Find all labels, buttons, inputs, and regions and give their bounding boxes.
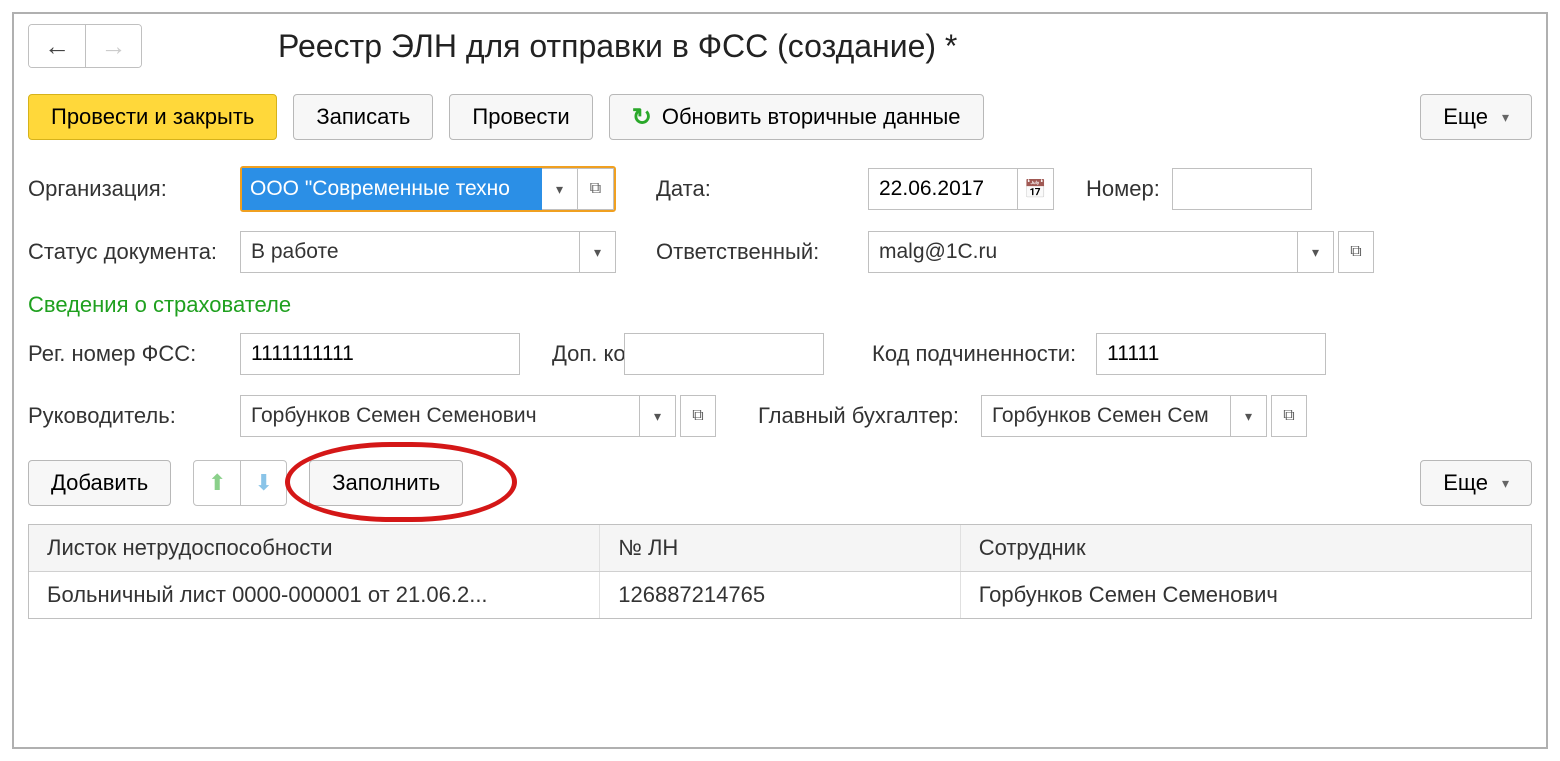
head-label: Руководитель:	[28, 403, 228, 429]
fill-label: Заполнить	[332, 470, 440, 496]
refresh-icon: ↻	[632, 103, 652, 132]
more-label: Еще	[1443, 104, 1488, 130]
form-row-org-date: Организация: ООО "Современные техно ▾ ⧉ …	[28, 166, 1532, 212]
chevron-down-icon: ▾	[1312, 244, 1319, 261]
head-dropdown-button[interactable]: ▾	[640, 395, 676, 437]
acct-label: Главный бухгалтер:	[758, 403, 959, 429]
arrow-right-icon: →	[101, 31, 127, 62]
cell-doc: Больничный лист 0000-000001 от 21.06.2..…	[29, 572, 600, 619]
date-input-group	[868, 168, 1054, 210]
status-input[interactable]: В работе	[240, 231, 580, 273]
date-calendar-button[interactable]	[1018, 168, 1054, 210]
reg-label: Рег. номер ФСС:	[28, 341, 228, 367]
acct-dropdown-button[interactable]: ▾	[1231, 395, 1267, 437]
move-down-button[interactable]: ⬇	[240, 461, 286, 505]
post-label: Провести	[472, 104, 569, 130]
forward-button[interactable]: →	[85, 25, 141, 67]
chevron-down-icon: ▾	[594, 244, 601, 261]
col-num[interactable]: № ЛН	[600, 525, 960, 572]
cell-emp: Горбунков Семен Семенович	[960, 572, 1531, 619]
add-label: Добавить	[51, 470, 148, 496]
org-input[interactable]: ООО "Современные техно	[242, 168, 542, 210]
acct-open-button[interactable]: ⧉	[1271, 395, 1307, 437]
subcode-input[interactable]	[1096, 333, 1326, 375]
post-and-close-label: Провести и закрыть	[51, 104, 254, 130]
insurer-section-header: Сведения о страхователе	[28, 292, 1532, 318]
org-open-button[interactable]: ⧉	[578, 168, 614, 210]
post-button[interactable]: Провести	[449, 94, 592, 140]
table-row[interactable]: Больничный лист 0000-000001 от 21.06.2..…	[29, 572, 1531, 619]
ext-input[interactable]	[624, 333, 824, 375]
fill-button[interactable]: Заполнить	[309, 460, 463, 506]
head-input[interactable]: Горбунков Семен Семенович	[240, 395, 640, 437]
date-input[interactable]	[868, 168, 1018, 210]
head-open-button[interactable]: ⧉	[680, 395, 716, 437]
sick-leave-table: Листок нетрудоспособности № ЛН Сотрудник…	[28, 524, 1532, 619]
chevron-down-icon: ▾	[1502, 109, 1509, 126]
chevron-down-icon: ▾	[1245, 408, 1252, 425]
ext-label: Доп. код:	[552, 342, 612, 366]
col-emp[interactable]: Сотрудник	[960, 525, 1531, 572]
save-button[interactable]: Записать	[293, 94, 433, 140]
date-label: Дата:	[656, 176, 716, 202]
org-label: Организация:	[28, 176, 228, 202]
calendar-icon	[1024, 179, 1046, 200]
main-toolbar: Провести и закрыть Записать Провести ↻ О…	[28, 94, 1532, 140]
open-icon: ⧉	[1350, 243, 1361, 261]
save-label: Записать	[316, 104, 410, 130]
open-icon: ⧉	[590, 180, 601, 198]
head-input-group: Горбунков Семен Семенович ▾ ⧉	[240, 395, 716, 437]
open-icon: ⧉	[1283, 407, 1294, 425]
chevron-down-icon: ▾	[1502, 475, 1509, 492]
table-more-button[interactable]: Еще ▾	[1420, 460, 1532, 506]
acct-input[interactable]: Горбунков Семен Сем	[981, 395, 1231, 437]
responsible-input-group: malg@1C.ru ▾ ⧉	[868, 231, 1374, 273]
status-label: Статус документа:	[28, 239, 228, 265]
number-label: Номер:	[1086, 176, 1160, 202]
refresh-secondary-button[interactable]: ↻ Обновить вторичные данные	[609, 94, 984, 140]
add-button[interactable]: Добавить	[28, 460, 171, 506]
back-button[interactable]: ←	[29, 25, 85, 67]
chevron-down-icon: ▾	[556, 181, 563, 198]
responsible-dropdown-button[interactable]: ▾	[1298, 231, 1334, 273]
acct-input-group: Горбунков Семен Сем ▾ ⧉	[981, 395, 1307, 437]
refresh-label: Обновить вторичные данные	[662, 104, 961, 130]
col-doc[interactable]: Листок нетрудоспособности	[29, 525, 600, 572]
open-icon: ⧉	[692, 407, 703, 425]
subcode-label: Код подчиненности:	[872, 341, 1076, 367]
arrow-down-icon: ⬇	[255, 470, 273, 496]
reg-input[interactable]	[240, 333, 520, 375]
form-row-status-responsible: Статус документа: В работе ▾ Ответственн…	[28, 230, 1532, 274]
arrow-up-icon: ⬆	[208, 470, 226, 496]
table-header-row: Листок нетрудоспособности № ЛН Сотрудник	[29, 525, 1531, 572]
status-dropdown-button[interactable]: ▾	[580, 231, 616, 273]
number-input[interactable]	[1172, 168, 1312, 210]
arrow-left-icon: ←	[44, 31, 70, 62]
post-and-close-button[interactable]: Провести и закрыть	[28, 94, 277, 140]
table-toolbar: Добавить ⬆ ⬇ Заполнить Еще ▾	[28, 460, 1532, 506]
move-buttons: ⬆ ⬇	[193, 460, 287, 506]
more-button[interactable]: Еще ▾	[1420, 94, 1532, 140]
chevron-down-icon: ▾	[654, 408, 661, 425]
org-input-group: ООО "Современные техно ▾ ⧉	[240, 166, 616, 212]
responsible-input[interactable]: malg@1C.ru	[868, 231, 1298, 273]
nav-button-group: ← →	[28, 24, 142, 68]
document-window: ← → Реестр ЭЛН для отправки в ФСС (созда…	[12, 12, 1548, 749]
move-up-button[interactable]: ⬆	[194, 461, 240, 505]
org-dropdown-button[interactable]: ▾	[542, 168, 578, 210]
header-row: ← → Реестр ЭЛН для отправки в ФСС (созда…	[28, 24, 1532, 68]
form-row-reg-ext-subcode: Рег. номер ФСС: Доп. код: Код подчиненно…	[28, 332, 1532, 376]
status-input-group: В работе ▾	[240, 231, 616, 273]
responsible-open-button[interactable]: ⧉	[1338, 231, 1374, 273]
page-title: Реестр ЭЛН для отправки в ФСС (создание)…	[278, 28, 957, 65]
form-row-head-acct: Руководитель: Горбунков Семен Семенович …	[28, 394, 1532, 438]
responsible-label: Ответственный:	[656, 239, 856, 265]
table-more-label: Еще	[1443, 470, 1488, 496]
cell-num: 126887214765	[600, 572, 960, 619]
